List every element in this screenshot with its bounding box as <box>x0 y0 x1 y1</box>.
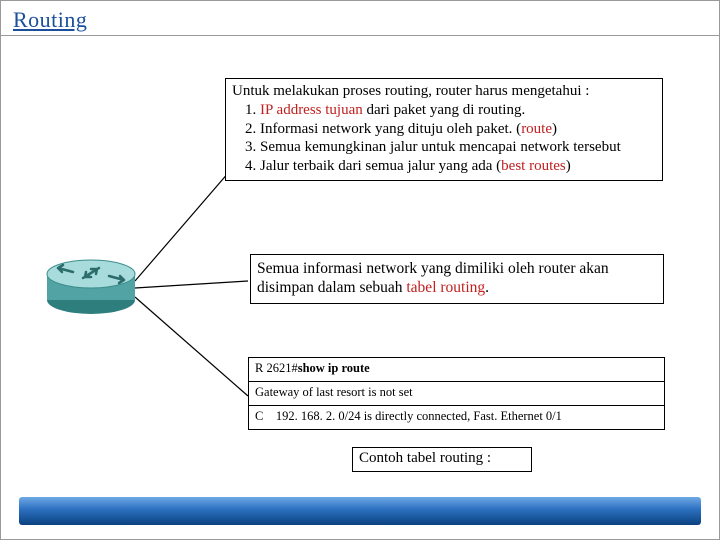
list-item: IP address tujuan dari paket yang di rou… <box>260 101 656 120</box>
slide: Routing Untuk melakukan proses routing, … <box>0 0 720 540</box>
example-label-box: Contoh tabel routing : <box>352 447 532 472</box>
list-item: Informasi network yang dituju oleh paket… <box>260 120 656 139</box>
requirement-list: IP address tujuan dari paket yang di rou… <box>232 101 656 176</box>
text: Informasi network yang dituju oleh paket… <box>260 121 521 137</box>
cli-prompt-row: R 2621#show ip route <box>249 358 664 382</box>
text: . <box>485 279 489 296</box>
highlight: tabel routing <box>406 279 485 296</box>
router-icon <box>45 256 137 316</box>
cli-output: Gateway of last resort is not set <box>255 385 413 399</box>
route-text: 192. 168. 2. 0/24 is directly connected,… <box>276 409 562 423</box>
highlight: route <box>521 121 552 137</box>
list-item: Semua kemungkinan jalur untuk mencapai n… <box>260 138 656 157</box>
list-item: Jalur terbaik dari semua jalur yang ada … <box>260 157 656 176</box>
highlight: best routes <box>501 158 566 174</box>
text: Semua kemungkinan jalur untuk mencapai n… <box>260 139 621 155</box>
cli-command: show ip route <box>298 361 370 375</box>
footer-bar <box>19 497 701 525</box>
title-bar: Routing <box>1 1 719 36</box>
info-box-storage: Semua informasi network yang dimiliki ol… <box>250 254 664 304</box>
page-title: Routing <box>13 7 719 33</box>
text: ) <box>566 158 571 174</box>
example-label: Contoh tabel routing : <box>359 450 491 466</box>
route-code: C <box>255 409 263 423</box>
text: Jalur terbaik dari semua jalur yang ada … <box>260 158 501 174</box>
cli-prompt: R 2621# <box>255 361 298 375</box>
cli-output-row: Gateway of last resort is not set <box>249 382 664 406</box>
routing-table-example: R 2621#show ip route Gateway of last res… <box>248 357 665 430</box>
intro-text: Untuk melakukan proses routing, router h… <box>232 82 656 101</box>
info-box-requirements: Untuk melakukan proses routing, router h… <box>225 78 663 181</box>
text: dari paket yang di routing. <box>363 102 525 118</box>
cli-route-row: C 192. 168. 2. 0/24 is directly connecte… <box>249 406 664 429</box>
highlight: IP address tujuan <box>260 102 363 118</box>
text: ) <box>552 121 557 137</box>
